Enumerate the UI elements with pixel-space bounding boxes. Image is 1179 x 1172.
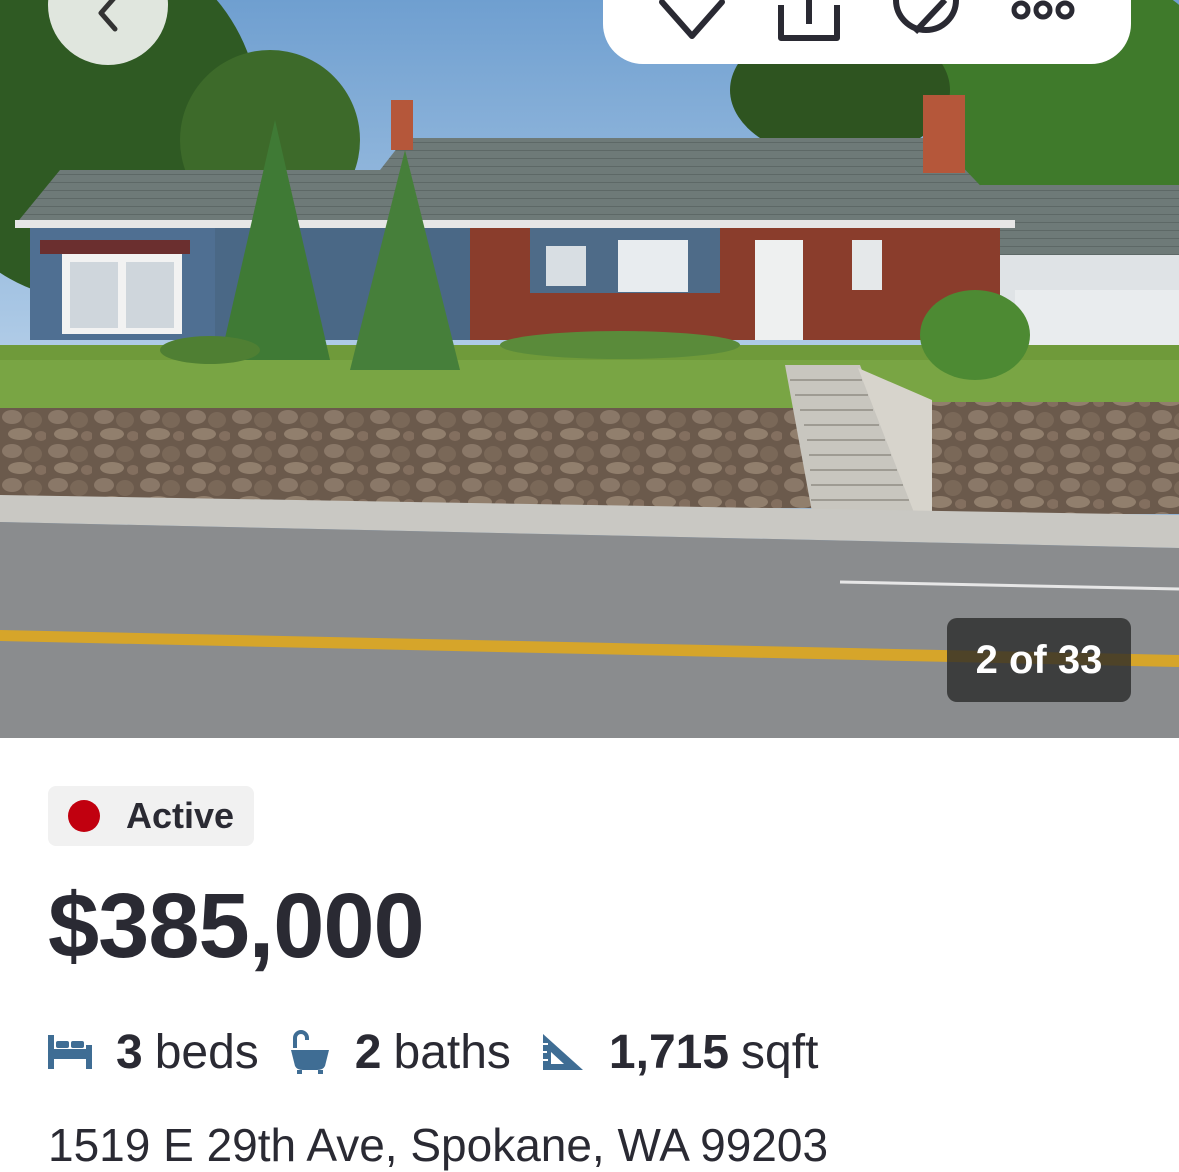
photo-counter: 2 of 33 [947, 618, 1131, 702]
heart-icon [658, 0, 725, 39]
status-badge: Active [48, 786, 255, 846]
hide-button[interactable] [891, 0, 961, 42]
share-button[interactable] [774, 0, 844, 42]
beds-fact: 3 beds [48, 1025, 259, 1080]
listing-photo[interactable]: 2 of 33 [0, 0, 1179, 738]
ruler-triangle-icon [541, 1032, 585, 1072]
sqft-fact: 1,715 sqft [541, 1025, 819, 1080]
status-dot-icon [68, 800, 100, 832]
listing-actions-bar [603, 0, 1131, 64]
favorite-button[interactable] [657, 0, 727, 42]
status-label: Active [126, 795, 235, 836]
bed-icon [48, 1035, 92, 1069]
beds-unit: beds [154, 1025, 259, 1079]
baths-unit: baths [393, 1025, 511, 1079]
chevron-left-icon [98, 0, 118, 32]
sqft-unit: sqft [741, 1025, 819, 1079]
share-icon [777, 0, 840, 41]
more-icon [1011, 0, 1074, 20]
bathtub-icon [289, 1030, 331, 1074]
baths-value: 2 [354, 1025, 382, 1079]
hide-icon [892, 0, 959, 35]
listing-address[interactable]: 1519 E 29th Ave, Spokane, WA 99203 [48, 1118, 828, 1172]
baths-fact: 2 baths [289, 1025, 511, 1080]
beds-value: 3 [116, 1025, 143, 1079]
more-button[interactable] [1008, 0, 1078, 42]
listing-facts: 3 beds 2 baths 1,715 sqft [48, 1022, 848, 1082]
listing-price: $385,000 [48, 875, 425, 977]
sqft-value: 1,715 [608, 1025, 730, 1079]
